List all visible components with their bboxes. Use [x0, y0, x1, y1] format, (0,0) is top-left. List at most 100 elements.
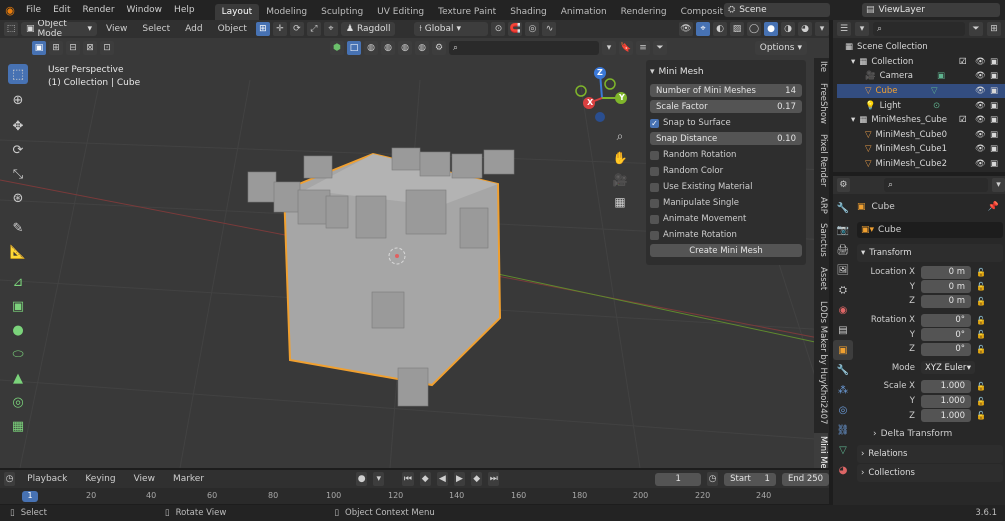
bookmark-icon[interactable]: 🔖 — [619, 41, 633, 55]
properties-search-field[interactable]: ⌕ — [883, 178, 989, 192]
object-tab-icon[interactable]: ▣ — [833, 340, 853, 360]
camera-render-icon[interactable]: ▣ — [990, 144, 998, 154]
relations-panel-header[interactable]: › Relations — [857, 444, 1003, 463]
overlays-icon[interactable]: ◐ — [713, 22, 727, 36]
outliner-search-field[interactable]: ⌕ — [873, 22, 965, 36]
object-name[interactable]: Cube — [872, 202, 895, 212]
subtract-selection-icon[interactable]: ⊟ — [66, 41, 80, 55]
menu-help[interactable]: Help — [168, 5, 201, 15]
blender-logo-icon[interactable]: ◉ — [0, 4, 20, 17]
location-y-field[interactable]: 0 m — [921, 280, 971, 294]
use-existing-material-checkbox[interactable]: Use Existing Material — [650, 179, 802, 195]
tab-shading[interactable]: Shading — [503, 4, 554, 20]
menu-keying[interactable]: Keying — [79, 474, 121, 484]
outliner-row-light[interactable]: 💡 Light ⊙ 👁 ▣ — [837, 98, 1005, 113]
camera-render-icon[interactable]: ▣ — [990, 115, 998, 125]
animate-movement-checkbox[interactable]: Animate Movement — [650, 211, 802, 227]
visibility-icon[interactable]: 👁 — [679, 22, 693, 36]
viewport-display-icon[interactable]: □ — [347, 41, 361, 55]
ragdoll-button[interactable]: ♟ Ragdoll — [340, 22, 396, 36]
outliner-row-camera[interactable]: 🎥 Camera ▣ 👁 ▣ — [837, 69, 1005, 84]
particles-tab-icon[interactable]: ⁂ — [833, 380, 853, 400]
pivot-icon[interactable]: ⊙ — [491, 22, 506, 36]
timeline-ruler[interactable]: 1 20 40 60 80 100 120 140 160 180 200 22… — [0, 490, 829, 504]
display-mode-3-icon[interactable]: ◍ — [398, 41, 412, 55]
scene-tab-icon[interactable]: ⛭ — [833, 280, 853, 300]
next-keyframe-icon[interactable]: ◆ — [471, 472, 483, 486]
tab-texture-paint[interactable]: Texture Paint — [431, 4, 503, 20]
outliner-editor-icon[interactable]: ☰ — [837, 22, 851, 36]
rotation-y-field[interactable]: 0° — [921, 328, 971, 342]
3d-viewport[interactable]: ⬚ ▣ Object Mode ▾ View Select Add Object… — [0, 20, 829, 468]
annotate-tool-icon[interactable]: ✎ — [8, 218, 28, 238]
eye-icon[interactable]: 👁 — [975, 115, 986, 125]
eye-icon[interactable]: 👁 — [975, 57, 986, 67]
pin-icon[interactable]: 📌 — [988, 202, 999, 212]
solid-shading-icon[interactable]: ● — [764, 22, 778, 36]
location-z-field[interactable]: 0 m — [921, 294, 971, 308]
rotation-x-field[interactable]: 0° — [921, 313, 971, 327]
tab-item[interactable]: Item — [814, 58, 828, 72]
wireframe-shading-icon[interactable]: ◯ — [747, 22, 761, 36]
transform-tool-icon[interactable]: ⊛ — [8, 188, 28, 208]
play-reverse-icon[interactable]: ◀ — [436, 472, 448, 486]
camera-view-icon[interactable]: 🎥 — [610, 170, 630, 190]
menu-view[interactable]: View — [100, 24, 133, 34]
create-mini-mesh-button[interactable]: Create Mini Mesh — [650, 244, 802, 257]
end-frame-field[interactable]: End 250 — [781, 472, 830, 486]
transform-panel-header[interactable]: ▾ Transform — [857, 244, 1003, 262]
rotate-tool-icon[interactable]: ⟳ — [8, 140, 28, 160]
lock-icon[interactable]: 🔓 — [975, 345, 987, 354]
lock-icon[interactable]: 🔓 — [975, 397, 987, 406]
snap-distance-field[interactable]: Snap Distance 0.10 — [650, 132, 802, 145]
material-shading-icon[interactable]: ◑ — [781, 22, 795, 36]
select-box-icon[interactable]: ⊞ — [255, 22, 270, 36]
menu-timeline-view[interactable]: View — [128, 474, 161, 484]
tool-tab-icon[interactable]: 🔧 — [833, 198, 853, 218]
record-icon[interactable]: ● — [356, 472, 368, 486]
tab-freeshow[interactable]: FreeShow — [814, 80, 828, 127]
new-collection-icon[interactable]: ⊞ — [987, 22, 1001, 36]
scale-factor-field[interactable]: Scale Factor 0.17 — [650, 100, 802, 113]
xray-icon[interactable]: ▨ — [730, 22, 744, 36]
data-tab-icon[interactable]: ▽ — [833, 440, 853, 460]
add-grid-icon[interactable]: ▦ — [8, 416, 28, 436]
keyframe-type-icon[interactable]: ▾ — [373, 472, 385, 486]
outliner-row-minimesh-cube0[interactable]: ▽ MiniMesh_Cube0 👁 ▣ — [837, 128, 1005, 143]
mini-mesh-panel-header[interactable]: ▾ Mini Mesh — [650, 64, 802, 80]
timeline-editor-icon[interactable]: ◷ — [4, 472, 16, 486]
lock-icon[interactable]: 🔓 — [975, 282, 987, 291]
camera-render-icon[interactable]: ▣ — [990, 86, 998, 96]
hand-pan-icon[interactable]: ✋ — [610, 148, 630, 168]
filter-icon[interactable]: ⏷ — [969, 22, 983, 36]
snap-icon[interactable]: 🧲 — [508, 22, 523, 36]
perspective-toggle-icon[interactable]: ▦ — [610, 192, 630, 212]
tab-arp[interactable]: ARP — [814, 194, 828, 217]
new-selection-icon[interactable]: ▣ — [32, 41, 46, 55]
display-mode-icon[interactable]: ▾ — [855, 22, 869, 36]
number-of-mini-meshes-field[interactable]: Number of Mini Meshes 14 — [650, 84, 802, 97]
camera-render-icon[interactable]: ▣ — [990, 71, 998, 81]
lock-icon[interactable]: 🔓 — [975, 297, 987, 306]
lock-icon[interactable]: 🔓 — [975, 330, 987, 339]
invert-selection-icon[interactable]: ⊠ — [83, 41, 97, 55]
expand-icon[interactable]: ▾ — [602, 41, 616, 55]
tab-modeling[interactable]: Modeling — [259, 4, 314, 20]
outliner-row-minimesh-cube1[interactable]: ▽ MiniMesh_Cube1 👁 ▣ — [837, 142, 1005, 157]
camera-render-icon[interactable]: ▣ — [990, 130, 998, 140]
eye-icon[interactable]: 👁 — [975, 130, 986, 140]
outliner-row-minimesh-cube2[interactable]: ▽ MiniMesh_Cube2 👁 ▣ — [837, 157, 1005, 172]
object-data-field[interactable]: ▣▾ Cube — [857, 222, 1003, 238]
scale-x-field[interactable]: 1.000 — [921, 379, 971, 393]
lock-icon[interactable]: 🔓 — [975, 411, 987, 420]
extend-selection-icon[interactable]: ⊞ — [49, 41, 63, 55]
intersect-selection-icon[interactable]: ⊡ — [100, 41, 114, 55]
rotate-icon[interactable]: ⟳ — [289, 22, 304, 36]
display-mode-4-icon[interactable]: ◍ — [415, 41, 429, 55]
menu-object[interactable]: Object — [212, 24, 253, 34]
checkbox-icon[interactable]: ☑ — [959, 115, 967, 125]
menu-window[interactable]: Window — [121, 5, 169, 15]
eye-icon[interactable]: 👁 — [975, 101, 986, 111]
options-button[interactable]: Options ▾ — [754, 41, 807, 55]
properties-editor-icon[interactable]: ⚙ — [837, 178, 850, 192]
